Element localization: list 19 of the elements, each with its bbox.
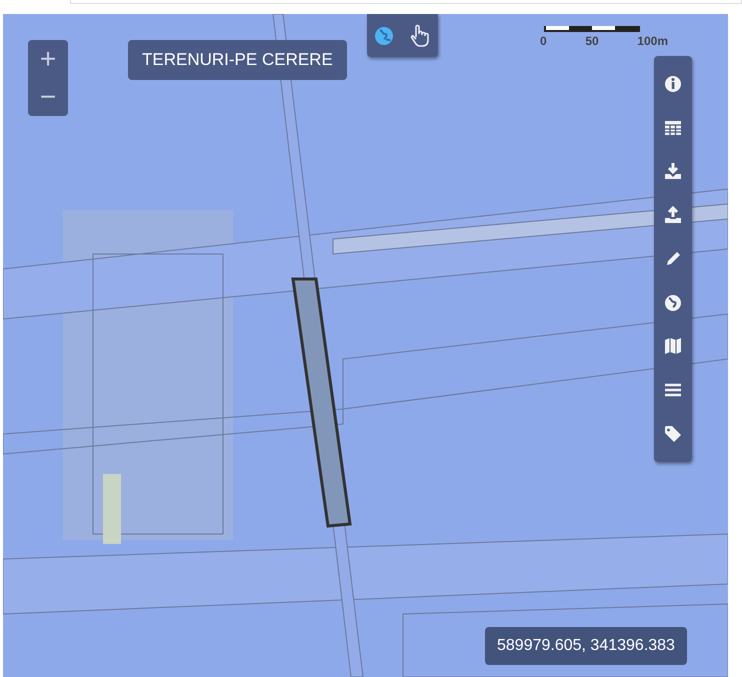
info-icon bbox=[664, 74, 682, 93]
toolbar-button[interactable] bbox=[662, 423, 684, 445]
globe-icon bbox=[664, 294, 682, 312]
scale-label: 0 bbox=[540, 33, 547, 50]
coordinates-readout: 589979.605, 341396.383 bbox=[485, 627, 687, 665]
globe-icon bbox=[374, 26, 394, 46]
tag-icon bbox=[664, 425, 682, 443]
layer-title: TERENURI-PE CERERE bbox=[128, 40, 347, 80]
zoom-out-button[interactable]: − bbox=[34, 83, 62, 111]
scale-label: 100m bbox=[637, 33, 668, 50]
table-icon bbox=[664, 118, 682, 137]
map-icon bbox=[664, 337, 682, 356]
scale-label: 50 bbox=[585, 33, 599, 50]
hand-pointer-icon bbox=[408, 24, 431, 48]
pencil-icon bbox=[664, 250, 682, 268]
upload-icon bbox=[664, 206, 682, 224]
zoom-in-button[interactable]: + bbox=[34, 45, 62, 73]
download-icon bbox=[664, 162, 682, 180]
menu-icon bbox=[664, 381, 682, 400]
